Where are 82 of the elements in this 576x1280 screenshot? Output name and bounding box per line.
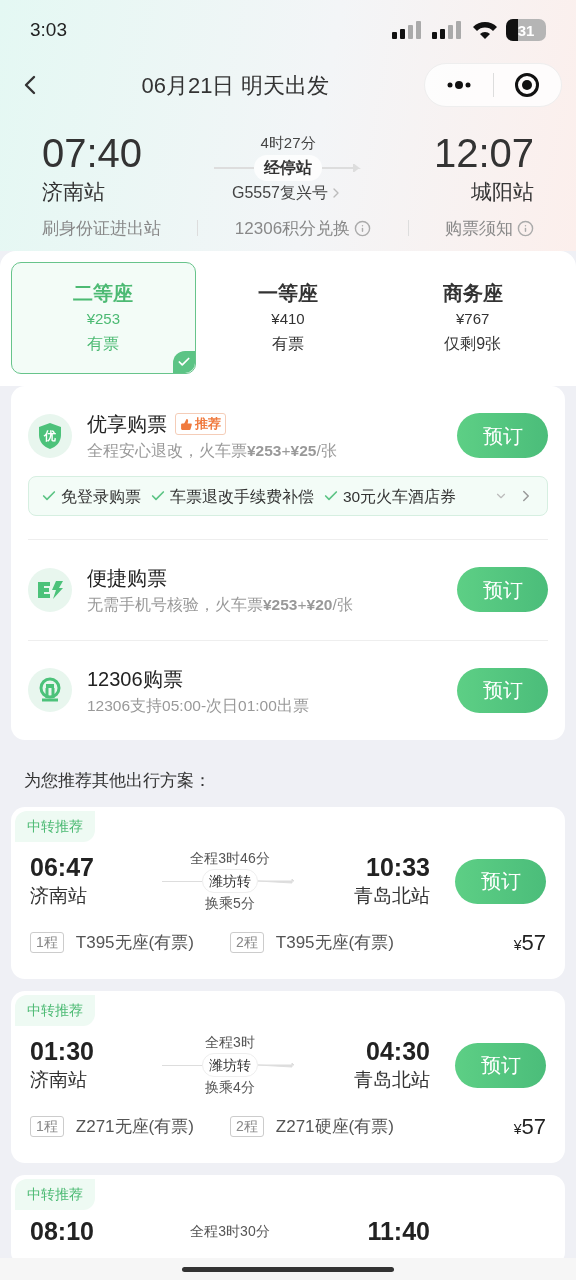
stops-button[interactable]: 经停站 bbox=[254, 154, 322, 181]
arrive-station: 青岛北站 bbox=[354, 1068, 430, 1092]
section-heading: 为您推荐其他出行方案： bbox=[24, 770, 211, 790]
transfer-tag: 中转推荐 bbox=[15, 995, 95, 1027]
depart-time: 08:10 bbox=[30, 1216, 95, 1247]
book-button[interactable]: 预订 bbox=[455, 858, 546, 904]
page-title: 06月21日 明天出发 bbox=[141, 71, 329, 100]
total-duration: 全程3时30分 bbox=[190, 1221, 270, 1241]
transfer-tag: 中转推荐 bbox=[15, 1179, 95, 1211]
arrive-time: 04:30 bbox=[366, 1036, 430, 1066]
depart-station: 济南站 bbox=[30, 1068, 88, 1092]
thumbs-up-icon bbox=[180, 417, 193, 431]
transfer-wait: 换乘4分 bbox=[205, 1078, 255, 1098]
transfer-tag: 中转推荐 bbox=[15, 811, 95, 843]
currency-symbol: ¥ bbox=[513, 1121, 522, 1140]
depart-time: 01:30 bbox=[30, 1036, 95, 1066]
recommend-tag: 推荐 bbox=[175, 413, 226, 435]
seat-tab[interactable]: 商务座 ¥767 仅剩9张 bbox=[380, 262, 565, 374]
book-button[interactable]: 预订 bbox=[455, 1042, 546, 1088]
feature-item: 30元火车酒店券 bbox=[323, 484, 457, 508]
seat-price: ¥410 bbox=[271, 309, 305, 329]
option-description: 无需手机号核验，火车票¥253+¥20/张 bbox=[87, 595, 354, 616]
seat-class: 商务座 bbox=[442, 281, 503, 306]
leg-label: 2程 bbox=[230, 1116, 264, 1138]
signal-icon bbox=[432, 21, 464, 39]
battery-level: 31 bbox=[517, 22, 535, 38]
transfer-price: 57 bbox=[521, 1113, 546, 1142]
seat-price: ¥767 bbox=[456, 309, 490, 329]
depart-station: 济南站 bbox=[42, 179, 106, 205]
seat-availability: 有票 bbox=[272, 334, 304, 354]
info-link[interactable]: 12306积分兑换 bbox=[234, 215, 372, 241]
option-description: 全程安心退改，火车票¥253+¥25/张 bbox=[87, 441, 338, 461]
wifi-icon bbox=[472, 21, 498, 39]
leg-label: 2程 bbox=[230, 932, 264, 954]
leg-label: 1程 bbox=[30, 932, 64, 954]
depart-time: 06:47 bbox=[30, 852, 95, 882]
info-link[interactable]: 购票须知 bbox=[444, 215, 534, 241]
signal-icon bbox=[392, 21, 424, 39]
option-title: 便捷购票 bbox=[87, 566, 167, 592]
seat-tab[interactable]: 一等座 ¥410 有票 bbox=[195, 262, 381, 374]
leg-train: T395无座(有票) bbox=[75, 932, 194, 954]
shield-icon bbox=[38, 421, 62, 450]
arrive-time: 11:40 bbox=[367, 1216, 430, 1247]
book-button[interactable]: 预订 bbox=[457, 667, 548, 713]
arrive-station: 城阳站 bbox=[471, 179, 534, 205]
seat-price: ¥253 bbox=[86, 309, 120, 329]
more-icon[interactable] bbox=[445, 81, 472, 89]
book-button[interactable]: 预订 bbox=[457, 413, 548, 459]
transfer-price: 57 bbox=[521, 929, 546, 958]
feature-item: 车票退改手续费补偿 bbox=[150, 484, 314, 508]
seat-class: 一等座 bbox=[258, 281, 318, 306]
depart-time: 07:40 bbox=[42, 130, 143, 176]
feature-bar[interactable]: 免登录购票 车票退改手续费补偿 30元火车酒店券 bbox=[28, 476, 548, 517]
depart-station: 济南站 bbox=[30, 884, 88, 908]
arrive-time: 10:33 bbox=[366, 852, 430, 882]
currency-symbol: ¥ bbox=[513, 937, 522, 956]
check-badge-icon bbox=[172, 351, 195, 373]
leg-label: 1程 bbox=[30, 1116, 64, 1138]
seat-availability: 有票 bbox=[87, 334, 120, 354]
option-title: 优享购票 bbox=[87, 412, 167, 437]
leg-train: T395无座(有票) bbox=[275, 932, 394, 954]
arrive-station: 青岛北站 bbox=[354, 884, 430, 908]
book-button[interactable]: 预订 bbox=[457, 567, 548, 613]
leg-train: Z271硬座(有票) bbox=[275, 1116, 394, 1138]
seat-availability: 仅剩9张 bbox=[444, 334, 502, 354]
total-duration: 全程3时 bbox=[205, 1033, 255, 1053]
total-duration: 全程3时46分 bbox=[190, 849, 270, 869]
option-title: 12306购票 bbox=[87, 666, 183, 692]
status-time: 3:03 bbox=[30, 17, 67, 42]
leg-train: Z271无座(有票) bbox=[75, 1116, 194, 1138]
icon-label: 优 bbox=[44, 429, 56, 442]
arrow-line bbox=[322, 163, 362, 172]
lightning-ticket-icon bbox=[36, 579, 64, 600]
feature-item: 免登录购票 bbox=[41, 484, 141, 508]
arrive-time: 12:07 bbox=[433, 130, 534, 176]
trip-duration: 4时27分 bbox=[260, 133, 316, 153]
transfer-wait: 换乘5分 bbox=[205, 894, 255, 914]
info-link[interactable]: 刷身份证进出站 bbox=[42, 215, 161, 241]
option-description: 12306支持05:00-次日01:00出票 bbox=[87, 695, 310, 716]
train-number-link[interactable]: G5557复兴号 bbox=[231, 180, 344, 205]
seat-tab[interactable]: 二等座 ¥253 有票 bbox=[11, 262, 196, 374]
seat-class: 二等座 bbox=[73, 281, 134, 306]
